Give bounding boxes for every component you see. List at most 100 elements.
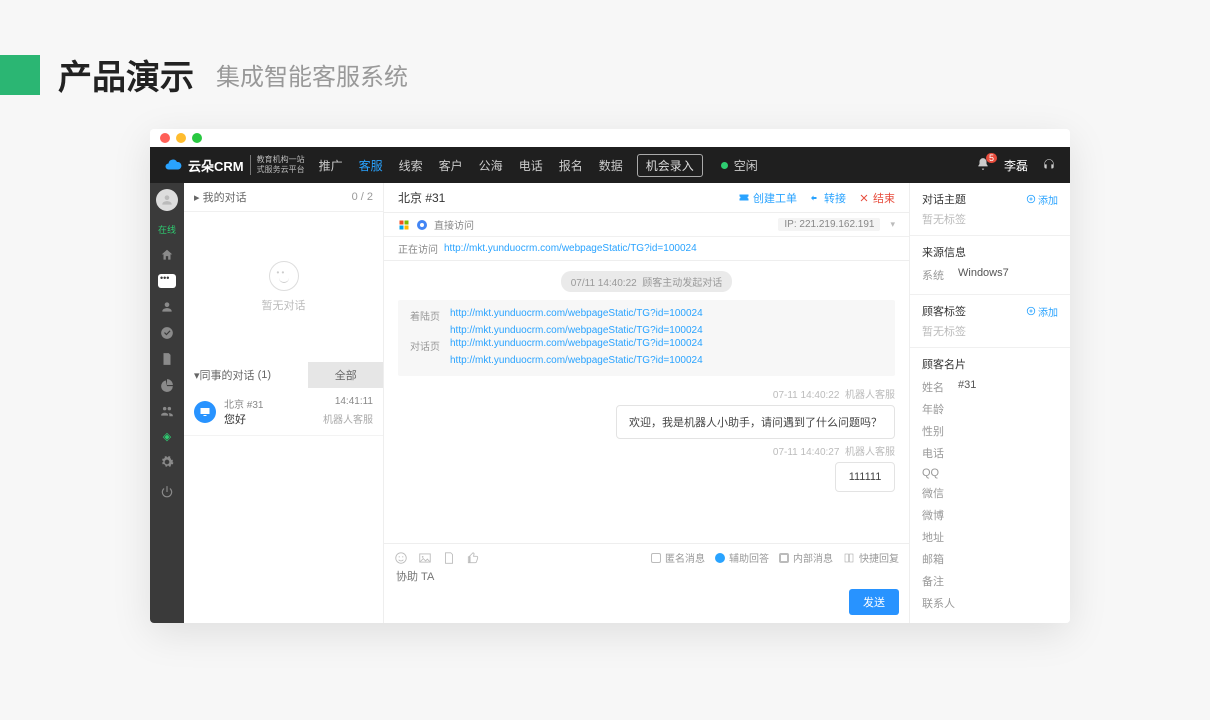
- brand-name: 云朵CRM: [188, 156, 244, 175]
- app-window: 云朵CRM 教育机构一站式服务云平台 推广 客服 线索 客户 公海 电话 报名 …: [150, 129, 1070, 623]
- tab-all[interactable]: 全部: [308, 362, 383, 388]
- power-icon[interactable]: [160, 485, 174, 499]
- group-icon[interactable]: [160, 404, 174, 418]
- chat-bubble: 欢迎，我是机器人小助手，请问遇到了什么问题吗？: [616, 405, 895, 439]
- top-menu: 推广 客服 线索 客户 公海 电话 报名 数据: [319, 157, 623, 174]
- zoom-icon[interactable]: [192, 133, 202, 143]
- chat-icon[interactable]: [158, 274, 176, 288]
- plus-circle-icon: [1026, 194, 1036, 204]
- conversation-list: ▸ 我的对话 0 / 2 暂无对话 ▾ 同事的对话 (1) 全部 北京 #311…: [184, 183, 384, 623]
- nav-service[interactable]: 客服: [359, 157, 383, 174]
- status-dot-icon: [721, 162, 728, 169]
- accent-bar: [0, 55, 40, 95]
- empty-face-icon: [269, 261, 299, 291]
- visit-source-bar: 直接访问 IP: 221.219.162.191 ▾: [384, 213, 909, 237]
- nav-leads[interactable]: 线索: [399, 157, 423, 174]
- message-input[interactable]: [394, 565, 899, 589]
- tags-heading: 顾客标签: [922, 303, 966, 319]
- topic-heading: 对话主题: [922, 191, 966, 207]
- transfer-icon: [809, 192, 821, 204]
- chat-title: 北京 #31: [398, 189, 445, 206]
- record-opportunity-button[interactable]: 机会录入: [637, 154, 703, 177]
- topbar: 云朵CRM 教育机构一站式服务云平台 推广 客服 线索 客户 公海 电话 报名 …: [150, 147, 1070, 183]
- close-icon[interactable]: [160, 133, 170, 143]
- brand-logo: 云朵CRM 教育机构一站式服务云平台: [164, 155, 305, 175]
- notification-badge: 5: [986, 153, 997, 163]
- list-item[interactable]: 北京 #3114:41:11 您好机器人客服: [184, 388, 383, 436]
- notifications-button[interactable]: 5: [976, 157, 990, 174]
- nav-customers[interactable]: 客户: [439, 157, 463, 174]
- windows-icon: [398, 219, 410, 231]
- workspace: 在线 ◈ ▸ 我的对话 0 / 2 暂无对话 ▾ 同事的对话 (1) 全: [150, 183, 1070, 623]
- ticket-icon: [738, 192, 750, 204]
- slide-header: 产品演示 集成智能客服系统: [0, 0, 1210, 129]
- home-icon[interactable]: [160, 248, 174, 262]
- person-icon: [160, 193, 174, 207]
- internal-toggle[interactable]: 内部消息: [779, 550, 833, 565]
- gear-icon[interactable]: [160, 455, 174, 469]
- status-label: 空闲: [734, 157, 758, 174]
- empty-state: 暂无对话: [184, 212, 383, 362]
- nav-phone[interactable]: 电话: [519, 157, 543, 174]
- page-subtitle: 集成智能客服系统: [216, 57, 408, 92]
- plus-circle-icon: [1026, 306, 1036, 316]
- document-icon[interactable]: [160, 352, 174, 366]
- system-message: 07/11 14:40:22 顾客主动发起对话: [561, 271, 733, 292]
- nav-signup[interactable]: 报名: [559, 157, 583, 174]
- quick-reply-button[interactable]: 快捷回复: [843, 550, 899, 565]
- messages: 07/11 14:40:22 顾客主动发起对话 着陆页http://mkt.yu…: [384, 261, 909, 543]
- chevron-down-icon[interactable]: ▾: [890, 219, 895, 230]
- nav-promo[interactable]: 推广: [319, 157, 343, 174]
- thumbs-up-icon[interactable]: [466, 551, 480, 565]
- emoji-icon[interactable]: [394, 551, 408, 565]
- send-button[interactable]: 发送: [849, 589, 899, 615]
- agent-status[interactable]: 空闲: [721, 157, 758, 174]
- add-topic-button[interactable]: 添加: [1026, 192, 1058, 207]
- image-icon[interactable]: [418, 551, 432, 565]
- person-icon[interactable]: [160, 300, 174, 314]
- composer: 匿名消息 辅助回答 内部消息 快捷回复 发送: [384, 543, 909, 623]
- rail-status: 在线: [158, 223, 176, 236]
- minimize-icon[interactable]: [176, 133, 186, 143]
- quick-reply-icon: [843, 552, 855, 564]
- visiting-url-bar: 正在访问 http://mkt.yunduocrm.com/webpageSta…: [384, 237, 909, 261]
- colleague-conv-toggle[interactable]: ▾ 同事的对话 (1): [184, 362, 308, 388]
- mac-titlebar: [150, 129, 1070, 147]
- assist-toggle[interactable]: 辅助回答: [715, 550, 769, 565]
- transfer-button[interactable]: 转接: [809, 190, 846, 206]
- current-user[interactable]: 李磊: [1004, 157, 1028, 174]
- wifi-icon[interactable]: ◈: [163, 430, 171, 443]
- visiting-url[interactable]: http://mkt.yunduocrm.com/webpageStatic/T…: [444, 243, 697, 254]
- check-circle-icon[interactable]: [160, 326, 174, 340]
- right-panel: 对话主题 添加 暂无标签 来源信息 系统Windows7 顾客标签 添加: [910, 183, 1070, 623]
- ip-badge: IP: 221.219.162.191: [778, 218, 880, 231]
- nav-data[interactable]: 数据: [599, 157, 623, 174]
- visit-info-block: 着陆页http://mkt.yunduocrm.com/webpageStati…: [398, 300, 895, 376]
- add-tag-button[interactable]: 添加: [1026, 304, 1058, 319]
- chrome-icon: [416, 219, 428, 231]
- siderail: 在线 ◈: [150, 183, 184, 623]
- chat-pane: 北京 #31 创建工单 转接 结束: [384, 183, 910, 623]
- brand-sub: 教育机构一站式服务云平台: [250, 155, 305, 175]
- nav-pool[interactable]: 公海: [479, 157, 503, 174]
- cloud-icon: [164, 156, 182, 174]
- card-heading: 顾客名片: [922, 356, 966, 372]
- my-conv-header[interactable]: ▸ 我的对话 0 / 2: [184, 183, 383, 212]
- msg-meta: 07-11 14:40:27 机器人客服: [398, 443, 895, 458]
- anon-toggle[interactable]: 匿名消息: [651, 550, 705, 565]
- avatar[interactable]: [156, 189, 178, 211]
- create-ticket-button[interactable]: 创建工单: [738, 190, 797, 206]
- monitor-icon: [199, 406, 211, 418]
- chat-header: 北京 #31 创建工单 转接 结束: [384, 183, 909, 213]
- close-icon: [858, 192, 870, 204]
- file-icon[interactable]: [442, 551, 456, 565]
- conv-avatar: [194, 401, 216, 423]
- colleague-conv-header: ▾ 同事的对话 (1) 全部: [184, 362, 383, 388]
- headset-icon[interactable]: [1042, 158, 1056, 172]
- chat-bubble: 111111: [835, 462, 895, 492]
- msg-meta: 07-11 14:40:22 机器人客服: [398, 386, 895, 401]
- pie-chart-icon[interactable]: [160, 378, 174, 392]
- source-heading: 来源信息: [922, 244, 966, 260]
- page-title: 产品演示: [58, 50, 194, 99]
- end-chat-button[interactable]: 结束: [858, 190, 895, 206]
